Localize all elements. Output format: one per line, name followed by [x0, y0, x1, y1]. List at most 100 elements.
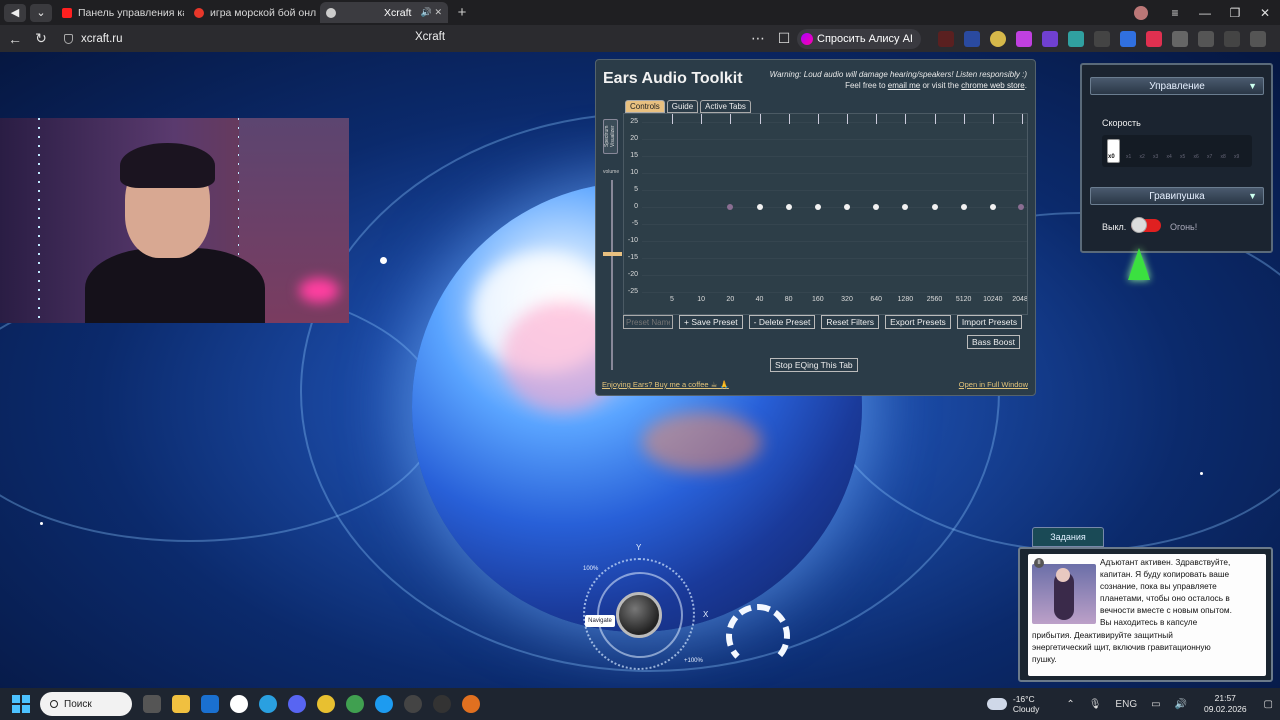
save-preset-button[interactable]: + Save Preset: [679, 315, 743, 329]
tab-2-active[interactable]: Xcraft 🔊 ✕: [320, 2, 448, 23]
eq-band-handle[interactable]: [931, 204, 938, 210]
extension-icon[interactable]: [1198, 30, 1214, 47]
eq-band-handle[interactable]: [844, 204, 850, 210]
import-presets-button[interactable]: Import Presets: [956, 315, 1023, 329]
bookmark-icon[interactable]: ☐: [771, 30, 797, 47]
spectrum-visualizer-button[interactable]: Spectrum Visualizer: [603, 119, 618, 154]
speed-handle[interactable]: x0: [1107, 139, 1120, 163]
outlook-icon[interactable]: [201, 695, 219, 713]
tab-0[interactable]: Панель управления кана: [56, 2, 184, 23]
collapse-icon[interactable]: ▼: [1248, 78, 1257, 95]
profile-avatar[interactable]: [1134, 5, 1148, 20]
telegram-icon[interactable]: [259, 695, 277, 713]
extension-icon[interactable]: [1094, 30, 1110, 47]
new-tab-icon[interactable]: +: [454, 4, 470, 21]
eq-band-handle[interactable]: [814, 204, 821, 210]
speed-slider[interactable]: x0 x1 x2 x3 x4 x5 x6 x7 x8 x9: [1102, 135, 1252, 167]
extension-icon[interactable]: [1068, 30, 1084, 47]
volume-slider[interactable]: [611, 180, 613, 370]
restore-icon[interactable]: ❐: [1220, 6, 1250, 20]
delete-preset-button[interactable]: - Delete Preset: [748, 315, 816, 329]
menu-icon[interactable]: ≡: [1160, 6, 1190, 20]
gridline: [642, 173, 1027, 174]
export-presets-button[interactable]: Export Presets: [885, 315, 951, 329]
task-view-icon[interactable]: [143, 695, 161, 713]
minimize-icon[interactable]: —: [1190, 6, 1220, 20]
tab-1[interactable]: игра морской бой онлай: [188, 2, 316, 23]
app-icon[interactable]: [404, 695, 422, 713]
eq-band-handle[interactable]: [902, 204, 909, 210]
eq-band-handle[interactable]: [873, 204, 880, 210]
extension-icon[interactable]: [1172, 30, 1188, 47]
url-field[interactable]: xcraft.ru: [64, 33, 123, 45]
x-tick-label: 160: [811, 296, 824, 303]
chrome-icon[interactable]: [346, 695, 364, 713]
tasks-tab[interactable]: Задания: [1032, 527, 1104, 547]
windows-start-icon[interactable]: [12, 695, 30, 713]
eq-band-handle[interactable]: [727, 204, 734, 210]
speed-tick-label: x7: [1207, 154, 1213, 160]
taskbar-search[interactable]: Поиск: [40, 692, 132, 716]
collapse-icon[interactable]: ▼: [1248, 188, 1257, 205]
back-icon[interactable]: ←: [2, 31, 28, 47]
gravigun-toggle[interactable]: [1131, 217, 1161, 233]
bass-boost-button[interactable]: Bass Boost: [967, 335, 1020, 349]
chevron-up-icon[interactable]: ⌃: [1066, 699, 1074, 710]
alice-button[interactable]: Спросить Алису AI: [797, 28, 921, 49]
extension-icon[interactable]: [1042, 30, 1058, 47]
gravigun-header[interactable]: Гравипушка ▼: [1090, 187, 1264, 205]
y-tick-label: 0: [634, 203, 638, 210]
weather-widget[interactable]: -16°C Cloudy: [986, 694, 1039, 714]
control-header[interactable]: Управление ▼: [1090, 77, 1264, 95]
discord-icon[interactable]: [288, 695, 306, 713]
open-full-window-link[interactable]: Open in Full Window: [959, 380, 1028, 389]
clock[interactable]: 21:57 09.02.2026: [1204, 693, 1247, 715]
eq-band-handle[interactable]: [1018, 204, 1024, 210]
chrome-icon[interactable]: [317, 695, 335, 713]
downloads-icon[interactable]: [1250, 30, 1266, 47]
task-text-line: Адъютант активен. Здравствуйте,: [1100, 557, 1231, 567]
address-bar: ← ↻ xcraft.ru Xcraft ⋯ ☐ Спросить Алису …: [0, 25, 1280, 52]
eq-band-handle[interactable]: [960, 204, 967, 210]
eq-band-handle[interactable]: [785, 204, 792, 210]
language-indicator[interactable]: ENG: [1115, 699, 1137, 710]
reload-icon[interactable]: ↻: [28, 30, 54, 47]
volume-icon[interactable]: 🔊: [1175, 699, 1187, 710]
mic-icon[interactable]: 🎙: [1089, 699, 1102, 710]
store-link[interactable]: chrome web store: [961, 81, 1025, 90]
extension-icon[interactable]: [1120, 30, 1136, 47]
task-text-line: планетами, чтобы оно осталось в: [1100, 593, 1230, 604]
notification-icon[interactable]: ▢: [1264, 699, 1273, 710]
task-message: Адъютант активен. Здравствуйте, капитан. …: [1032, 556, 1257, 665]
tab-controls[interactable]: Controls: [625, 100, 665, 113]
email-link[interactable]: email me: [888, 81, 920, 90]
tab-guide[interactable]: Guide: [666, 100, 699, 113]
preset-name-input[interactable]: [623, 315, 673, 329]
y-tick-label: 10: [630, 169, 638, 176]
volume-handle[interactable]: [603, 252, 622, 257]
twitter-icon[interactable]: [375, 695, 393, 713]
extension-icon[interactable]: [938, 30, 954, 47]
navigator-joystick[interactable]: [616, 592, 662, 638]
extension-icon[interactable]: [964, 30, 980, 47]
ears-extension-icon[interactable]: [990, 30, 1006, 47]
yandex-browser-icon[interactable]: [230, 695, 248, 713]
eq-band-handle[interactable]: [756, 204, 763, 210]
extension-icon[interactable]: [1016, 30, 1032, 47]
eq-band-handle[interactable]: [989, 204, 996, 210]
buy-coffee-link[interactable]: Enjoying Ears? Buy me a coffee ☕ 🙏: [602, 380, 729, 389]
close-icon[interactable]: ✕: [1250, 6, 1280, 20]
explorer-icon[interactable]: [172, 695, 190, 713]
tab-list-chevron-icon[interactable]: ⌄: [30, 3, 52, 22]
app-icon[interactable]: [462, 695, 480, 713]
display-icon[interactable]: ▭: [1151, 699, 1160, 710]
tab-active-tabs[interactable]: Active Tabs: [700, 100, 751, 113]
extension-icon[interactable]: [1224, 30, 1240, 47]
more-icon[interactable]: ⋯: [745, 30, 771, 47]
reset-filters-button[interactable]: Reset Filters: [821, 315, 880, 329]
extension-icon[interactable]: [1146, 30, 1162, 47]
eq-graph[interactable]: 25 20 15 10 5 0 -5 -10 -15 -20 -25 5 10 20 40 80 160 320 6…: [623, 113, 1028, 315]
obs-icon[interactable]: [433, 695, 451, 713]
stop-eq-button[interactable]: Stop EQing This Tab: [770, 358, 858, 372]
audio-tab-icon[interactable]: ◀: [4, 3, 26, 22]
